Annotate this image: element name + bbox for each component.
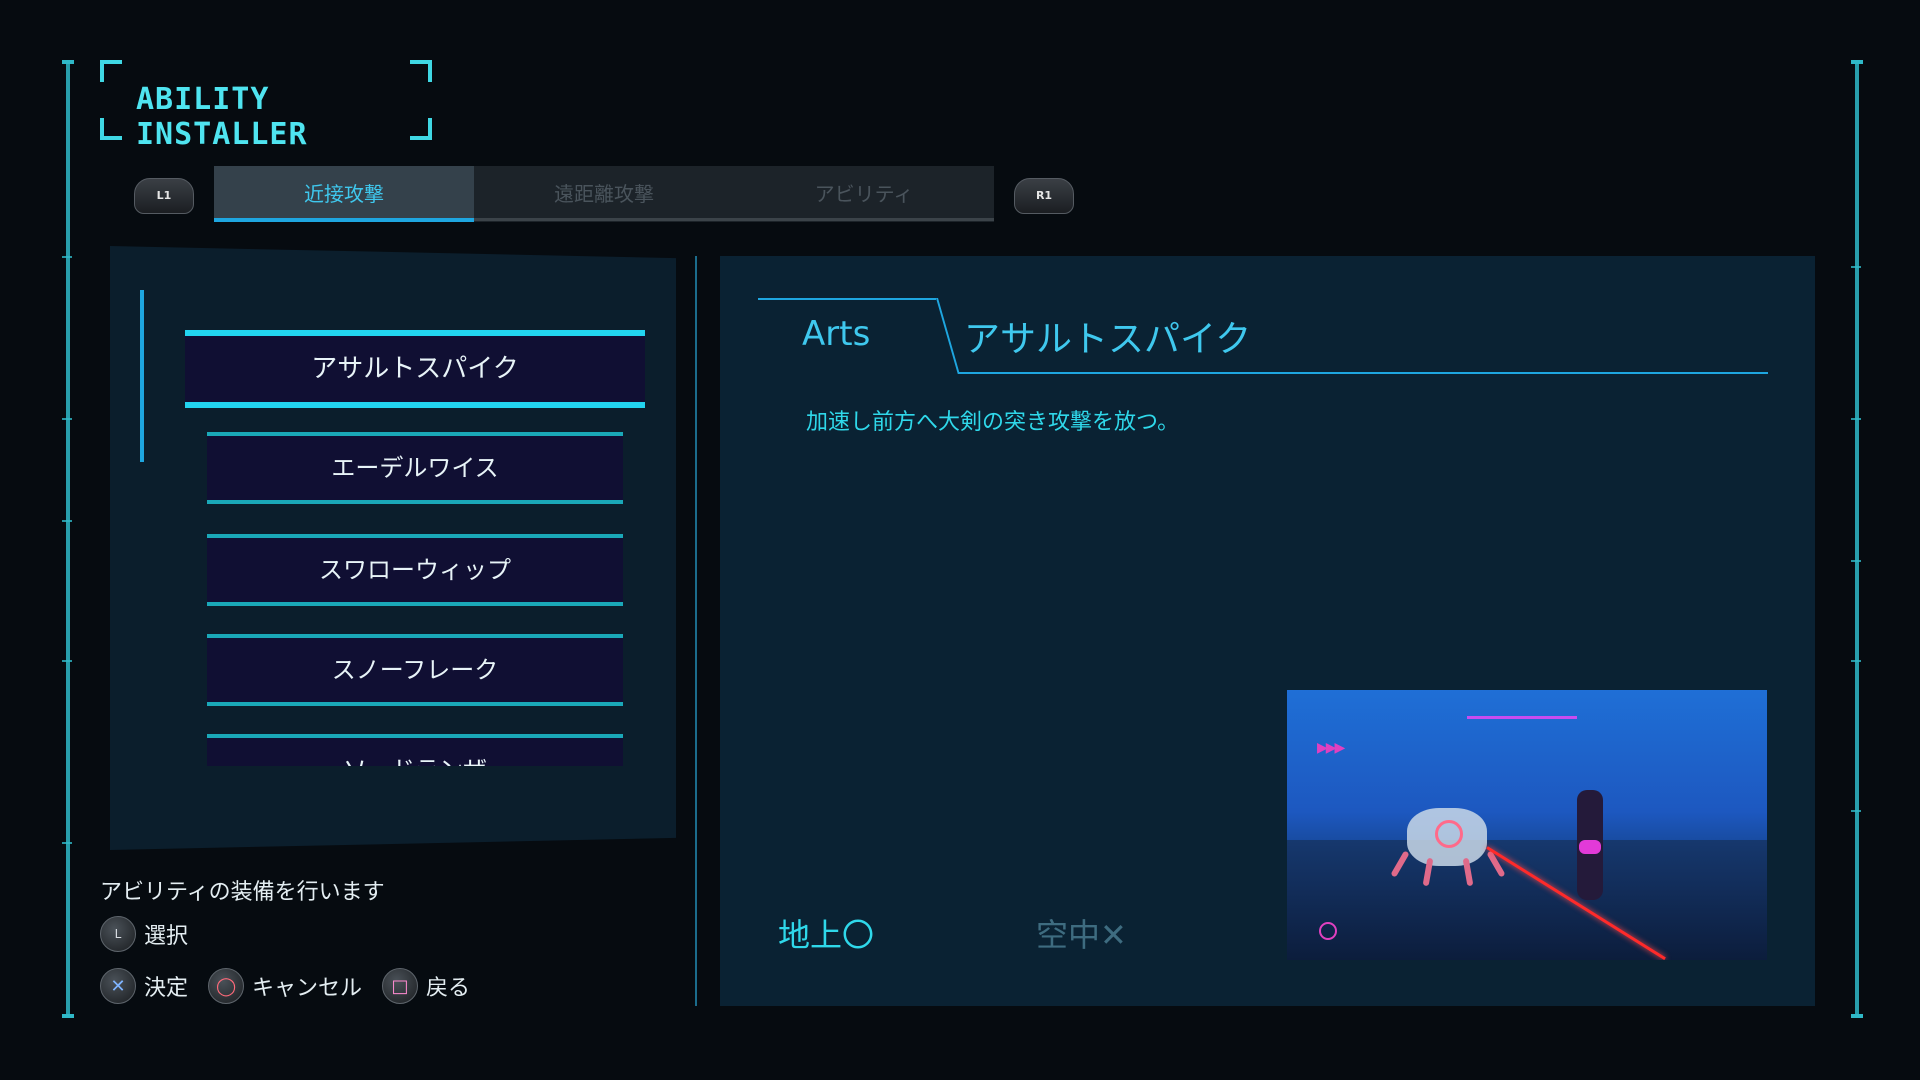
title-corner-tl [100, 60, 122, 82]
arts-tab-slant-line [936, 298, 960, 374]
ability-category-label: Arts [802, 314, 871, 354]
item-bottom-line [185, 402, 645, 408]
item-top-line [185, 330, 645, 336]
left-stick-icon: L [100, 916, 136, 952]
category-tabs: 近接攻撃 遠距離攻撃 アビリティ [214, 166, 994, 222]
left-rail-cap-bottom [62, 1014, 74, 1018]
frame-tick [1851, 660, 1861, 662]
page-title: ABILITY INSTALLER [136, 82, 308, 152]
list-item-assault-spike[interactable]: アサルトスパイク [185, 330, 645, 408]
title-frame: ABILITY INSTALLER [100, 60, 432, 152]
square-button-icon: □ [382, 968, 419, 1004]
frame-tick [62, 842, 72, 844]
frame-tick [62, 418, 72, 420]
preview-player-glow [1579, 840, 1601, 854]
right-frame-rail [1855, 60, 1859, 1018]
item-top-line [207, 432, 623, 436]
panel-divider [695, 256, 697, 1006]
item-bottom-line [207, 602, 623, 606]
list-item-snowflake[interactable]: スノーフレーク [207, 634, 623, 706]
air-availability: 空中✕ [1036, 916, 1127, 954]
list-item-label: エーデルワイス [331, 454, 499, 482]
arts-tab-top-line [758, 298, 936, 300]
item-bottom-line [207, 702, 623, 706]
right-rail-cap-bottom [1851, 1014, 1863, 1018]
ability-preview-video: ▶▶▶ [1287, 690, 1767, 960]
hint-confirm-label: 決定 [144, 976, 189, 1001]
frame-tick [1851, 418, 1861, 420]
left-frame-rail [66, 60, 70, 1018]
hint-select-label: 選択 [144, 924, 189, 949]
tab-ability[interactable]: アビリティ [734, 166, 994, 222]
hint-row-actions: ✕ 決定 ◯ キャンセル □ 戻る [100, 968, 470, 1004]
detail-header-underline [958, 372, 1768, 374]
title-corner-bl [100, 118, 122, 140]
list-item-sword-lanza[interactable]: ソードランザ [207, 734, 623, 766]
item-top-line [207, 634, 623, 638]
frame-tick [62, 660, 72, 662]
list-item-label: スノーフレーク [331, 656, 499, 684]
left-rail-cap-top [62, 60, 74, 64]
preview-chevron-icon: ▶▶▶ [1317, 740, 1345, 756]
ability-list: アサルトスパイク エーデルワイス スワローウィップ スノーフレーク ソードランザ [180, 320, 660, 766]
preview-boss-health-bar [1467, 716, 1577, 719]
list-item-label: アサルトスパイク [311, 354, 519, 384]
hint-description: アビリティの装備を行います [100, 880, 385, 905]
list-item-label: ソードランザ [343, 756, 487, 766]
list-item-edelweiss[interactable]: エーデルワイス [207, 432, 623, 504]
cross-button-icon: ✕ [100, 968, 136, 1004]
list-scrollbar[interactable] [140, 290, 144, 462]
detail-header: Arts [758, 298, 1768, 374]
frame-tick [1851, 810, 1861, 812]
frame-tick [62, 256, 72, 258]
preview-floor [1287, 840, 1767, 960]
ground-availability: 地上〇 [778, 916, 875, 954]
preview-enemy-core [1435, 820, 1463, 848]
frame-tick [1851, 266, 1861, 268]
right-rail-cap-top [1851, 60, 1863, 64]
circle-button-icon: ◯ [208, 968, 245, 1004]
frame-tick [1851, 560, 1861, 562]
hint-back-label: 戻る [426, 976, 471, 1001]
tabs-underline [474, 218, 994, 221]
r1-button[interactable]: R1 [1014, 178, 1074, 214]
hint-cancel-label: キャンセル [252, 976, 363, 1001]
tab-ranged[interactable]: 遠距離攻撃 [474, 166, 734, 222]
item-bottom-line [207, 500, 623, 504]
ability-description: 加速し前方へ大剣の突き攻撃を放つ。 [806, 410, 1180, 435]
title-corner-tr [410, 60, 432, 82]
ability-name: アサルトスパイク [964, 319, 1252, 360]
hint-row-select: L 選択 [100, 916, 188, 952]
frame-tick [62, 520, 72, 522]
list-item-label: スワローウィップ [319, 556, 511, 584]
item-top-line [207, 734, 623, 738]
preview-ring-icon [1319, 922, 1337, 940]
tab-melee[interactable]: 近接攻撃 [214, 166, 474, 222]
l1-button[interactable]: L1 [134, 178, 194, 214]
item-top-line [207, 534, 623, 538]
list-item-swallow-whip[interactable]: スワローウィップ [207, 534, 623, 606]
